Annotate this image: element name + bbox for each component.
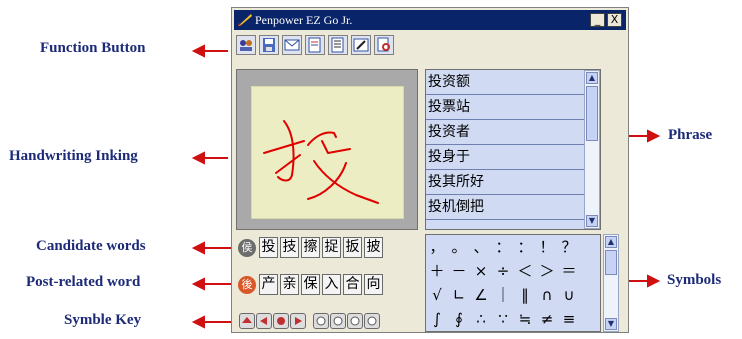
symbol-item[interactable]: ｜ <box>492 283 514 307</box>
candidate-word[interactable]: 投 <box>259 237 278 258</box>
symbol-spacer <box>580 235 602 259</box>
ink-stroke <box>263 120 379 204</box>
symbol-item[interactable]: ≒ <box>514 307 536 331</box>
symbol-item[interactable]: ∫ <box>426 307 448 331</box>
related-word[interactable]: 亲 <box>280 274 299 295</box>
symbol-item[interactable]: ≡ <box>558 307 580 331</box>
symbol-item[interactable]: ∟ <box>448 283 470 307</box>
phrase-item[interactable]: 投票站 <box>426 95 584 120</box>
symbol-key-icon[interactable] <box>239 313 255 329</box>
scroll-down-icon[interactable]: ▼ <box>605 318 617 330</box>
close-button[interactable]: X <box>607 13 622 27</box>
scroll-down-icon[interactable]: ▼ <box>586 215 598 227</box>
symbol-item[interactable]: ？ <box>558 235 580 259</box>
candidate-word[interactable]: 捉 <box>322 237 341 258</box>
candidate-word[interactable]: 披 <box>364 237 383 258</box>
symbol-item[interactable]: ∠ <box>470 283 492 307</box>
symbol-item[interactable]: ＜ <box>514 259 536 283</box>
save-icon[interactable] <box>259 35 279 55</box>
symbol-key-icon[interactable] <box>256 313 272 329</box>
symbol-item[interactable]: ∪ <box>558 283 580 307</box>
symbol-item[interactable]: ‖ <box>514 283 536 307</box>
phrase-item[interactable]: 投资者 <box>426 120 584 145</box>
people-icon[interactable] <box>236 35 256 55</box>
edit-icon[interactable] <box>351 35 371 55</box>
symbol-item[interactable]: 。 <box>448 235 470 259</box>
minimize-button[interactable]: _ <box>590 13 605 27</box>
list-icon[interactable] <box>328 35 348 55</box>
symbol-item[interactable]: ∩ <box>536 283 558 307</box>
lookup-icon[interactable] <box>374 35 394 55</box>
phrase-item[interactable]: 投其所好 <box>426 170 584 195</box>
scroll-thumb[interactable] <box>605 250 617 275</box>
phrase-item[interactable]: 投身于 <box>426 145 584 170</box>
candidate-badge-icon: 侯 <box>238 238 256 257</box>
mail-icon[interactable] <box>282 35 302 55</box>
symbol-scrollbar[interactable]: ▲ ▼ <box>603 234 619 332</box>
symbol-grid: ， 。 、 ： ： ！ ？ ＋ － × ÷ ＜ ＞ ＝ √ ∟ ∠ ｜ ‖ ∩ … <box>425 234 601 332</box>
ezgo-window: Penpower EZ Go Jr. _ X 投资额 投票站 投资者 投身于 投… <box>231 7 629 333</box>
phrase-item[interactable]: 投资额 <box>426 70 584 95</box>
symbol-key-icon[interactable] <box>330 313 346 329</box>
symbol-key-icon[interactable] <box>313 313 329 329</box>
related-row: 後 产 亲 保 入 合 向 <box>238 274 385 295</box>
symbol-spacer <box>580 283 602 307</box>
symbol-item[interactable]: ∵ <box>492 307 514 331</box>
symbol-item[interactable]: √ <box>426 283 448 307</box>
phrase-scrollbar[interactable]: ▲ ▼ <box>584 70 600 229</box>
symbol-key-icon[interactable] <box>347 313 363 329</box>
symbol-key-icon[interactable] <box>364 313 380 329</box>
document-icon[interactable] <box>305 35 325 55</box>
symbol-item[interactable]: ∮ <box>448 307 470 331</box>
phrase-list: 投资额 投票站 投资者 投身于 投其所好 投机倒把 ▲ ▼ <box>425 69 601 230</box>
symbol-item[interactable]: ！ <box>536 235 558 259</box>
symbol-item[interactable]: × <box>470 259 492 283</box>
symbol-key-row <box>239 313 381 329</box>
candidate-word[interactable]: 扳 <box>343 237 362 258</box>
symbol-item[interactable]: ＋ <box>426 259 448 283</box>
scroll-thumb[interactable] <box>586 86 598 141</box>
related-word[interactable]: 合 <box>343 274 362 295</box>
scroll-up-icon[interactable]: ▲ <box>586 72 598 84</box>
symbol-item[interactable]: ＝ <box>558 259 580 283</box>
candidate-word[interactable]: 擦 <box>301 237 320 258</box>
related-word[interactable]: 保 <box>301 274 320 295</box>
handwriting-panel <box>236 69 418 230</box>
symbol-item[interactable]: ＞ <box>536 259 558 283</box>
title-bar[interactable]: Penpower EZ Go Jr. _ X <box>234 10 626 30</box>
related-badge-icon: 後 <box>238 275 256 294</box>
symbol-spacer <box>580 259 602 283</box>
symbol-key-icon[interactable] <box>290 313 306 329</box>
symbol-item[interactable]: ： <box>492 235 514 259</box>
phrase-item[interactable]: 投机倒把 <box>426 195 584 220</box>
symbol-item[interactable]: ： <box>514 235 536 259</box>
function-toolbar <box>236 35 394 59</box>
symbol-item[interactable]: ， <box>426 235 448 259</box>
symbol-key-icon[interactable] <box>273 313 289 329</box>
symbol-item[interactable]: ≠ <box>536 307 558 331</box>
symbol-item[interactable]: ∴ <box>470 307 492 331</box>
handwriting-pad[interactable] <box>251 86 404 219</box>
scroll-up-icon[interactable]: ▲ <box>605 236 617 248</box>
symbol-item[interactable]: － <box>448 259 470 283</box>
candidate-row: 侯 投 技 擦 捉 扳 披 <box>238 237 385 258</box>
symbol-item[interactable]: 、 <box>470 235 492 259</box>
related-word[interactable]: 产 <box>259 274 278 295</box>
window-title: Penpower EZ Go Jr. <box>255 12 353 27</box>
symbol-spacer <box>580 307 602 331</box>
symbol-item[interactable]: ÷ <box>492 259 514 283</box>
candidate-word[interactable]: 技 <box>280 237 299 258</box>
related-word[interactable]: 入 <box>322 274 341 295</box>
pen-logo-icon <box>238 14 252 26</box>
related-word[interactable]: 向 <box>364 274 383 295</box>
